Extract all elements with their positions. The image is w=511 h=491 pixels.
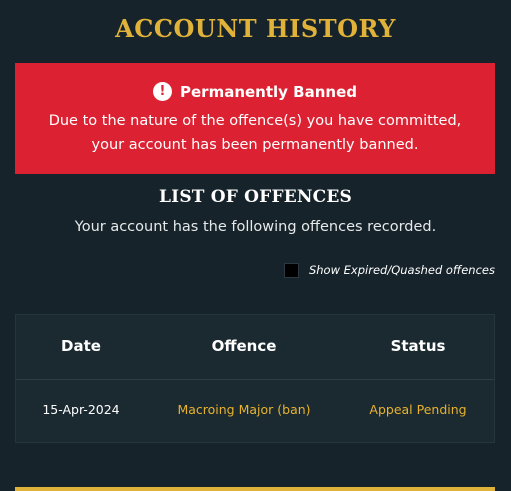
offences-title: LIST OF OFFENCES	[159, 187, 352, 207]
offence-name: Macroing Major (ban)	[177, 402, 311, 417]
show-expired-checkbox[interactable]	[283, 262, 299, 278]
table-row: 15-Apr-2024 Macroing Major (ban) Appeal …	[16, 380, 494, 442]
bottom-accent-bar	[15, 487, 495, 491]
offences-table: Date Offence Status 15-Apr-2024 Macroing…	[15, 314, 495, 443]
offences-subtitle: Your account has the following offences …	[74, 219, 437, 235]
exclamation-icon: !	[153, 82, 172, 101]
page-title: ACCOUNT HISTORY	[115, 14, 396, 43]
show-expired-toggle[interactable]: Show Expired/Quashed offences	[283, 261, 495, 279]
ban-alert-message-line-1: Due to the nature of the offence(s) you …	[48, 113, 462, 129]
ban-alert-heading-text: Permanently Banned	[180, 83, 357, 101]
offence-status: Appeal Pending	[369, 402, 467, 417]
show-expired-label[interactable]: Show Expired/Quashed offences	[309, 263, 495, 277]
column-header-date: Date	[61, 337, 101, 355]
column-header-offence: Offence	[211, 337, 277, 355]
ban-alert-heading: ! Permanently Banned	[15, 82, 495, 102]
column-header-status: Status	[390, 337, 446, 355]
ban-alert-message-line-2: your account has been permanently banned…	[91, 137, 419, 153]
table-header: Date Offence Status	[16, 315, 494, 380]
offence-date: 15-Apr-2024	[42, 402, 120, 417]
ban-alert: ! Permanently Banned Due to the nature of…	[15, 63, 495, 174]
